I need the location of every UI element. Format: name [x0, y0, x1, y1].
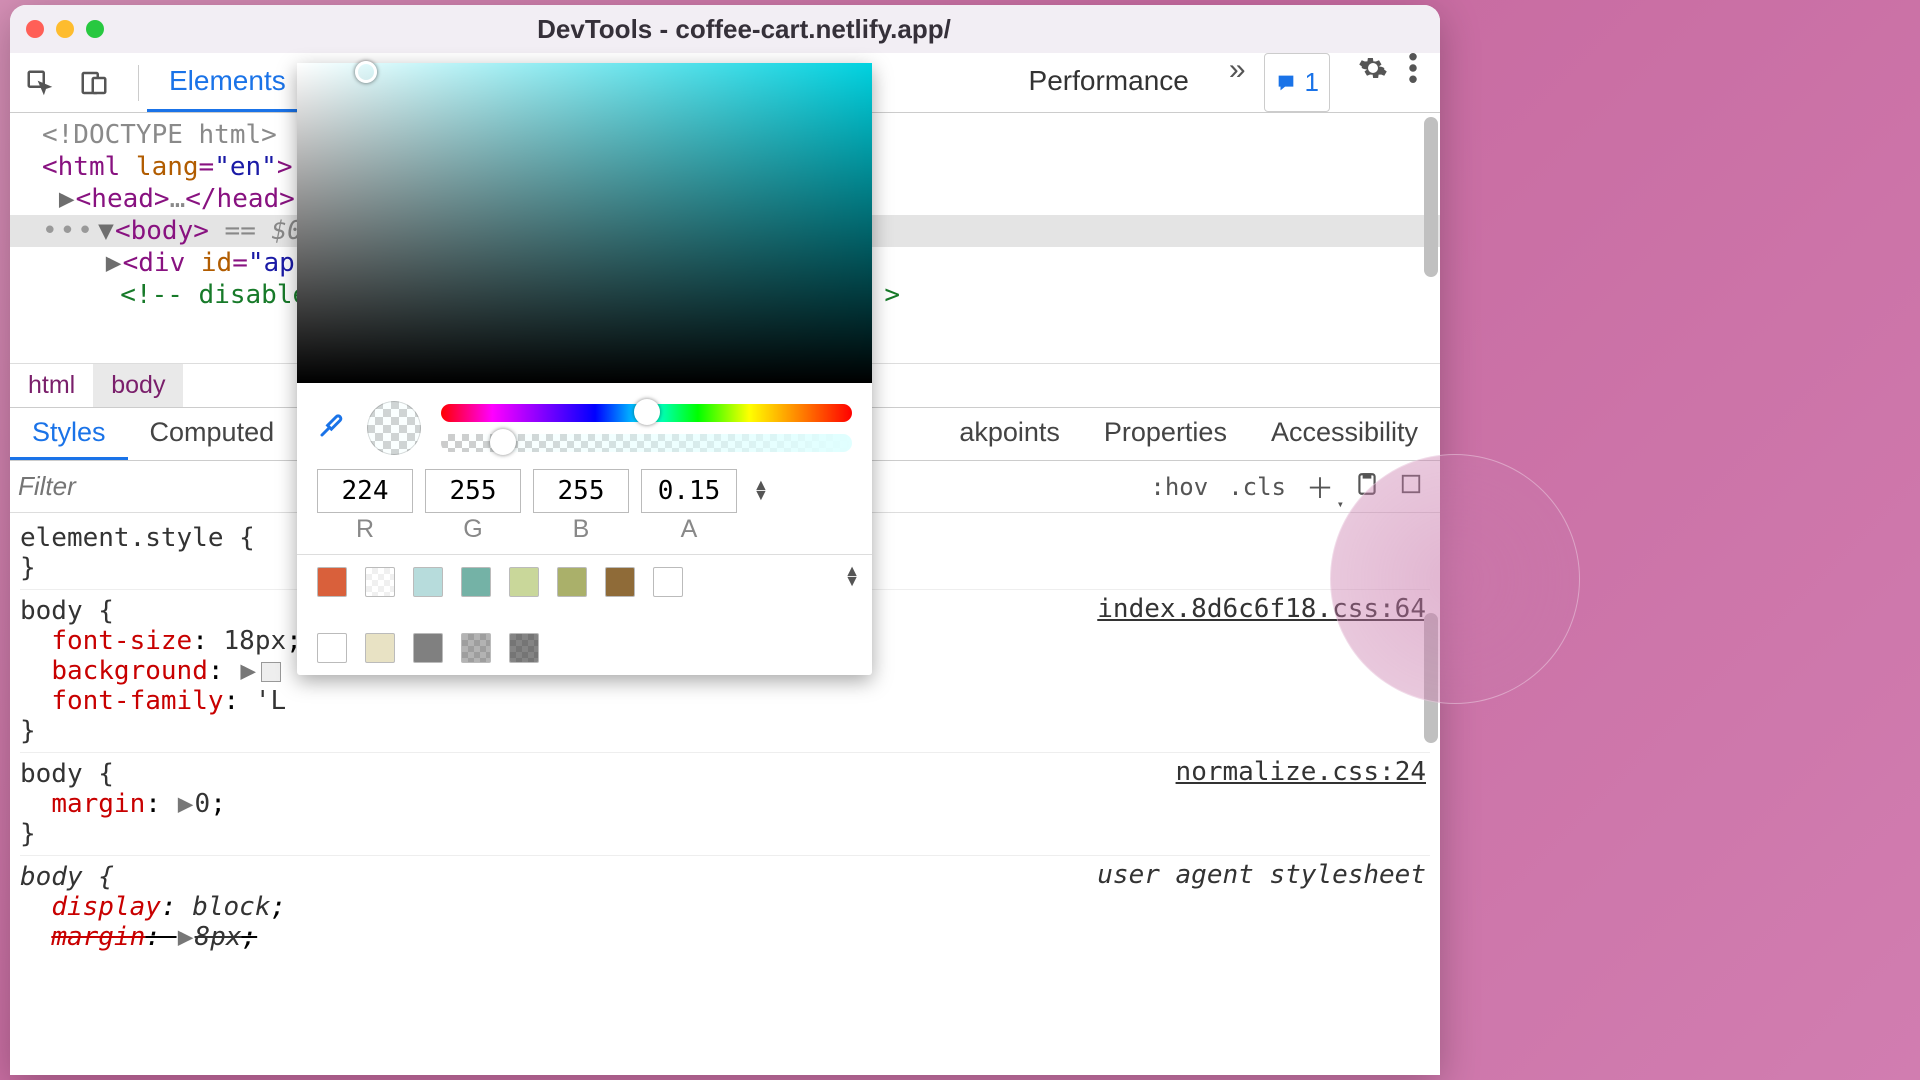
swatch[interactable]	[509, 567, 539, 597]
cp-mode-toggle[interactable]: ▲▼	[753, 481, 769, 501]
cp-a-input[interactable]	[641, 469, 737, 513]
swatch[interactable]	[653, 567, 683, 597]
cp-b-label: B	[533, 515, 629, 544]
tab-accessibility[interactable]: Accessibility	[1249, 408, 1440, 460]
tab-elements[interactable]: Elements	[147, 53, 308, 112]
window-controls	[26, 20, 104, 38]
close-window[interactable]	[26, 20, 44, 38]
titlebar: DevTools - coffee-cart.netlify.app/	[10, 5, 1440, 53]
separator	[138, 65, 139, 101]
window-title: DevTools - coffee-cart.netlify.app/	[124, 14, 1364, 45]
cls-toggle[interactable]: .cls	[1228, 473, 1286, 501]
cp-swatch-set-toggle[interactable]: ▲▼	[844, 567, 860, 587]
tab-performance-label: Performance	[1029, 65, 1189, 97]
cursor-highlight-circle	[1330, 454, 1580, 704]
swatch[interactable]	[365, 633, 395, 663]
dom-doctype: <!DOCTYPE html>	[42, 120, 277, 150]
cp-r-input[interactable]	[317, 469, 413, 513]
swatch[interactable]	[317, 567, 347, 597]
inspect-element-icon[interactable]	[22, 65, 58, 101]
swatch[interactable]	[509, 633, 539, 663]
new-style-rule[interactable]: ＋▾	[1306, 467, 1334, 507]
swatch[interactable]	[461, 567, 491, 597]
tab-breakpoints-fragment[interactable]: akpoints	[937, 408, 1082, 460]
color-swatch-icon[interactable]	[261, 662, 281, 682]
tab-computed[interactable]: Computed	[128, 408, 297, 460]
cp-alpha-slider[interactable]	[441, 434, 852, 452]
cp-a-label: A	[641, 515, 737, 544]
tab-styles[interactable]: Styles	[10, 408, 128, 460]
breadcrumb-html[interactable]: html	[10, 364, 93, 407]
issues-badge[interactable]: 1	[1264, 53, 1330, 112]
cp-swatch-palette: ▲▼	[297, 554, 872, 675]
cp-field-cursor[interactable]	[355, 61, 377, 83]
issues-icon	[1275, 72, 1297, 94]
more-tabs-icon[interactable]: »	[1229, 53, 1246, 112]
cp-g-label: G	[425, 515, 521, 544]
rule-source-link[interactable]: normalize.css:24	[1176, 757, 1426, 787]
cp-g-input[interactable]	[425, 469, 521, 513]
tab-properties[interactable]: Properties	[1082, 408, 1249, 460]
more-menu-icon[interactable]	[1408, 53, 1418, 112]
swatch[interactable]	[413, 567, 443, 597]
swatch[interactable]	[317, 633, 347, 663]
color-picker: ▲▼ R G B A ▲▼	[297, 63, 872, 675]
rule-body-ua[interactable]: user agent stylesheet body { display: bl…	[20, 856, 1430, 958]
swatch[interactable]	[413, 633, 443, 663]
issues-count: 1	[1305, 67, 1319, 98]
cp-value-inputs: ▲▼	[297, 461, 872, 515]
rule-body-normalize[interactable]: normalize.css:24 body { margin: ▶0; }	[20, 753, 1430, 856]
tab-elements-label: Elements	[169, 65, 286, 97]
swatch[interactable]	[557, 567, 587, 597]
hov-toggle[interactable]: :hov	[1150, 473, 1208, 501]
cp-hue-slider[interactable]	[441, 404, 852, 422]
settings-icon[interactable]	[1358, 53, 1388, 112]
cp-saturation-field[interactable]	[297, 63, 872, 383]
cp-r-label: R	[317, 515, 413, 544]
zoom-window[interactable]	[86, 20, 104, 38]
breadcrumb-body[interactable]: body	[93, 364, 183, 407]
tab-performance[interactable]: Performance	[1007, 53, 1211, 112]
swatch[interactable]	[605, 567, 635, 597]
ua-label: user agent stylesheet	[1097, 860, 1426, 890]
cp-b-input[interactable]	[533, 469, 629, 513]
swatch[interactable]	[461, 633, 491, 663]
dom-scrollbar[interactable]	[1424, 117, 1438, 277]
swatch[interactable]	[365, 567, 395, 597]
eyedropper-icon[interactable]	[317, 410, 347, 447]
minimize-window[interactable]	[56, 20, 74, 38]
cp-current-color	[367, 401, 421, 455]
device-toolbar-icon[interactable]	[76, 65, 112, 101]
